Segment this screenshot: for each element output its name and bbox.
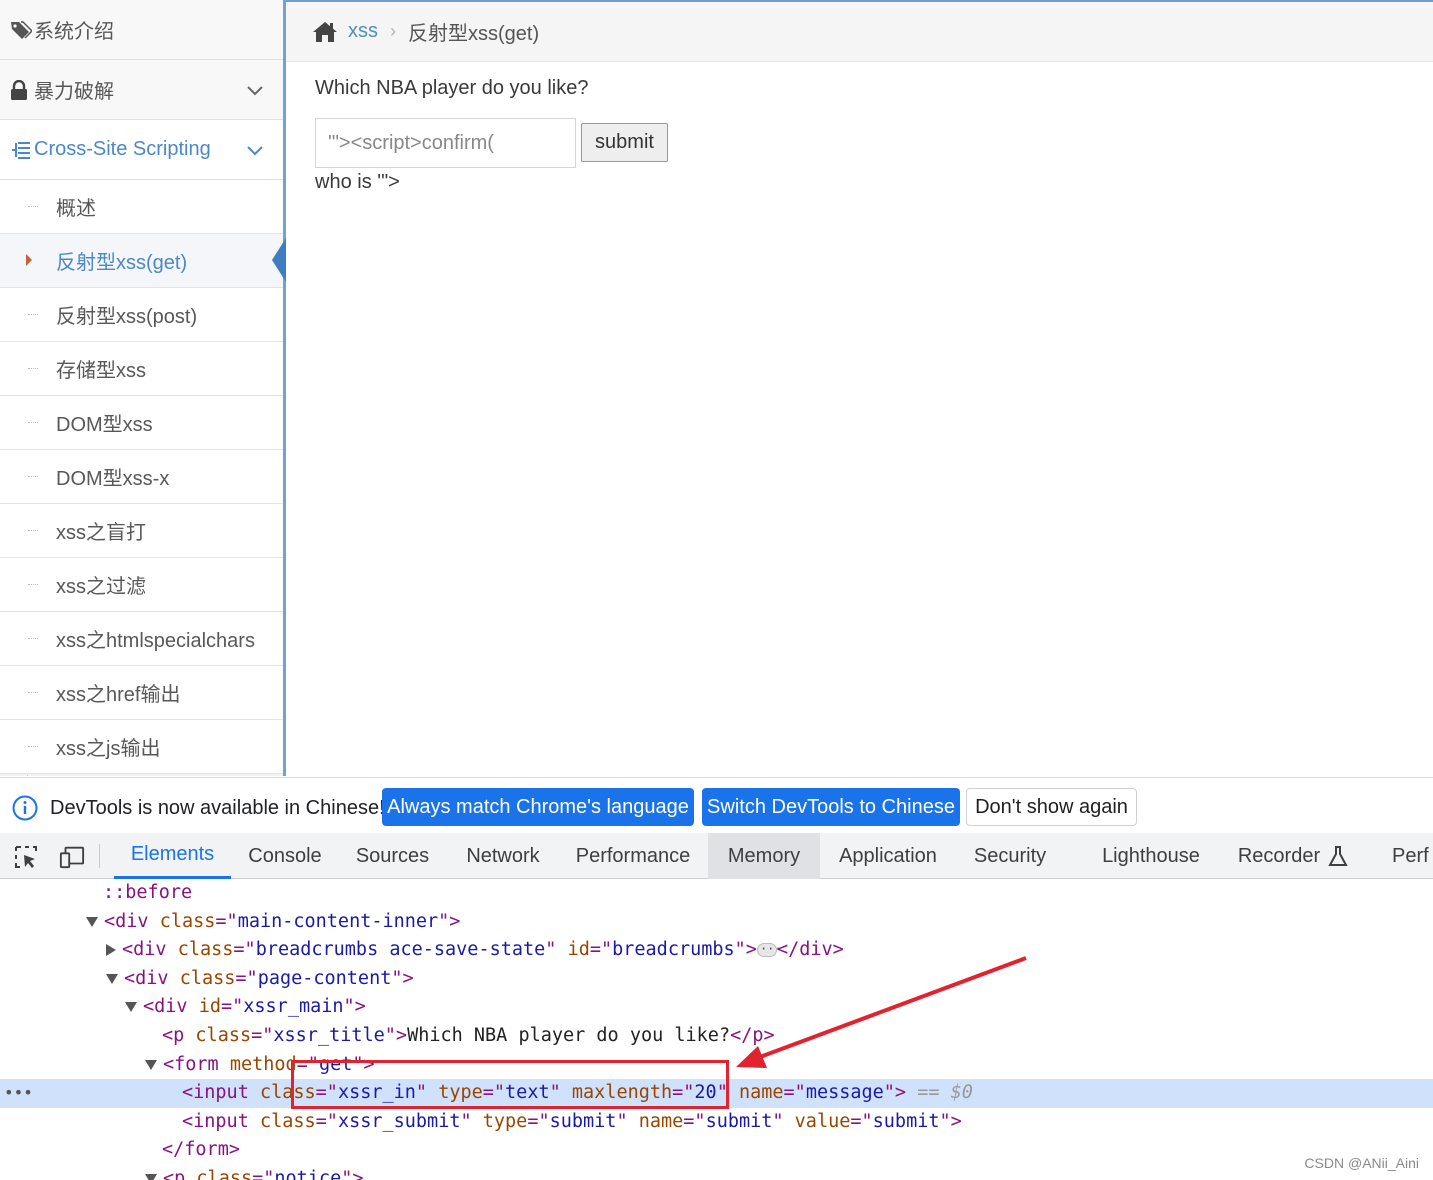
nav-item-label: 系统介绍	[34, 21, 114, 43]
submenu-item[interactable]: xss之过滤	[0, 558, 283, 612]
tab-recorder-label: Recorder	[1237, 844, 1321, 867]
tab-console[interactable]: Console	[235, 833, 335, 879]
dom-line[interactable]: <div class="main-content-inner">	[0, 908, 1433, 937]
devtools-infobar: DevTools is now available in Chinese! Al…	[0, 777, 1433, 833]
dom-line[interactable]: ::before	[0, 879, 1433, 908]
submenu-item[interactable]: 存储型xss	[0, 342, 283, 396]
submenu-item-label: 概述	[56, 198, 96, 220]
caret-right-icon	[26, 254, 32, 266]
tab-network[interactable]: Network	[453, 833, 553, 879]
submenu-item-label: 反射型xss(post)	[56, 306, 198, 328]
dom-line[interactable]: <div class="breadcrumbs ace-save-state" …	[0, 935, 1433, 965]
tab-elements[interactable]: Elements	[114, 833, 231, 879]
sidebar: 系统介绍 暴力破解 Cross-Site Scripting 概述 反射型xss…	[0, 0, 286, 776]
dom-line[interactable]: <input class="xssr_submit" type="submit"…	[0, 1108, 1433, 1137]
submenu-item-label: DOM型xss	[56, 414, 153, 436]
breadcrumb-current: 反射型xss(get)	[408, 23, 540, 45]
submenu-item-label: xss之盲打	[56, 522, 146, 544]
elements-dom-tree: ::before <div class="main-content-inner"…	[0, 879, 1433, 1180]
flask-icon	[1328, 846, 1348, 866]
submenu-item[interactable]: 反射型xss(post)	[0, 288, 283, 342]
message-input[interactable]: '"><script>confirm(	[315, 118, 576, 168]
infobar-message: DevTools is now available in Chinese!	[50, 797, 385, 819]
always-match-language-button[interactable]: Always match Chrome's language	[382, 788, 694, 826]
more-options-icon[interactable]: •••	[4, 1079, 33, 1108]
chevron-right-icon: ›	[390, 21, 396, 41]
chevron-down-icon	[247, 86, 263, 96]
nav-item-label: 暴力破解	[34, 81, 114, 103]
tab-performance[interactable]: Performance	[565, 833, 701, 879]
submenu-item[interactable]: xss之js输出	[0, 720, 283, 774]
annotation-highlight-box	[291, 1060, 729, 1109]
nav-item-brute-force[interactable]: 暴力破解	[0, 60, 283, 120]
nav-item-system-intro[interactable]: 系统介绍	[0, 0, 283, 60]
chevron-down-icon	[247, 146, 263, 156]
tab-security[interactable]: Security	[962, 833, 1058, 879]
result-text: who is '">	[315, 171, 400, 193]
devtools-tabbar: Elements Console Sources Network Perform…	[0, 833, 1433, 879]
nav-item-xss[interactable]: Cross-Site Scripting	[0, 120, 283, 180]
breadcrumb-link[interactable]: xss	[348, 20, 378, 43]
submenu-item[interactable]: DOM型xss	[0, 396, 283, 450]
expand-triangle-icon[interactable]	[106, 973, 118, 984]
dom-line[interactable]: <p class="xssr_title">Which NBA player d…	[0, 1022, 1433, 1051]
tags-icon	[10, 20, 34, 40]
switch-to-chinese-button[interactable]: Switch DevTools to Chinese	[702, 788, 960, 826]
expand-triangle-icon[interactable]	[145, 1174, 157, 1180]
dom-line[interactable]: <div id="xssr_main">	[0, 993, 1433, 1022]
submenu-item[interactable]: xss之盲打	[0, 504, 283, 558]
expand-triangle-icon[interactable]	[125, 1002, 137, 1013]
ellipsis-icon[interactable]	[756, 935, 782, 964]
breadcrumb: xss › 反射型xss(get)	[286, 0, 1433, 62]
submit-button[interactable]: submit	[581, 123, 668, 162]
submenu-item[interactable]: DOM型xss-x	[0, 450, 283, 504]
submenu-item[interactable]: xss之htmlspecialchars	[0, 612, 283, 666]
submenu-item-label: 反射型xss(get)	[56, 252, 188, 274]
submenu-item[interactable]: xss之href输出	[0, 666, 283, 720]
inspect-element-icon[interactable]	[13, 844, 39, 870]
expand-triangle-icon[interactable]	[86, 916, 98, 927]
home-icon[interactable]	[312, 20, 338, 44]
tab-memory[interactable]: Memory	[708, 833, 820, 879]
submenu-item-label: xss之htmlspecialchars	[56, 630, 255, 652]
list-tree-icon	[10, 140, 34, 160]
submenu-item-label: 存储型xss	[56, 360, 146, 382]
dont-show-again-button[interactable]: Don't show again	[966, 788, 1137, 826]
device-toolbar-icon[interactable]	[59, 844, 85, 870]
tab-lighthouse[interactable]: Lighthouse	[1090, 833, 1212, 879]
dom-line[interactable]: <p class="notice">	[0, 1165, 1433, 1180]
tab-performance-insights[interactable]: Perf	[1392, 833, 1433, 879]
tab-application[interactable]: Application	[828, 833, 948, 879]
lock-icon	[10, 79, 34, 100]
watermark: CSDN @ANii_Aini	[1304, 1155, 1419, 1171]
submenu-item-active[interactable]: 反射型xss(get)	[0, 234, 283, 288]
active-indicator-arrow	[272, 238, 286, 282]
question-title: Which NBA player do you like?	[315, 77, 589, 99]
tab-sources[interactable]: Sources	[345, 833, 440, 879]
collapse-triangle-icon[interactable]	[106, 944, 116, 957]
submenu-item-label: xss之过滤	[56, 576, 146, 598]
expand-triangle-icon[interactable]	[145, 1059, 157, 1070]
nav-item-label: Cross-Site Scripting	[34, 138, 211, 160]
submenu-item-label: DOM型xss-x	[56, 468, 170, 490]
dom-line[interactable]: </form>	[0, 1136, 1433, 1165]
info-icon	[12, 795, 38, 821]
submenu-item-label: xss之href输出	[56, 684, 181, 706]
submenu-item[interactable]: 概述	[0, 180, 283, 234]
tab-recorder[interactable]: Recorder	[1228, 833, 1358, 879]
submenu-item-label: xss之js输出	[56, 738, 161, 760]
dom-line[interactable]: <div class="page-content">	[0, 965, 1433, 994]
